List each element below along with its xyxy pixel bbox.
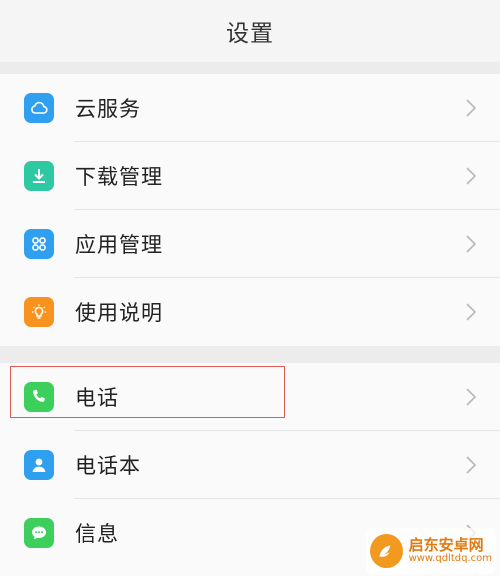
chevron-right-icon: [464, 97, 478, 119]
settings-item-label: 电话: [75, 386, 119, 410]
watermark-url: www.qdltdq.com: [408, 552, 492, 564]
section-divider: [0, 62, 500, 74]
settings-item-label: 云服务: [75, 97, 141, 121]
section-divider: [0, 346, 500, 363]
settings-item-download-manager[interactable]: 下载管理: [0, 142, 500, 210]
message-icon: [24, 518, 54, 548]
title-bar: 设置: [0, 0, 500, 62]
chevron-right-icon: [464, 301, 478, 323]
settings-item-cloud-service[interactable]: 云服务: [0, 74, 500, 142]
settings-item-label: 下载管理: [75, 165, 163, 189]
settings-item-contacts[interactable]: 电话本: [0, 431, 500, 499]
chevron-right-icon: [464, 386, 478, 408]
phone-icon: [24, 382, 54, 412]
settings-item-label: 信息: [75, 522, 119, 546]
settings-item-label: 使用说明: [75, 301, 163, 325]
page-title: 设置: [226, 21, 274, 47]
cloud-icon: [24, 93, 54, 123]
lightbulb-icon: [24, 297, 54, 327]
chevron-right-icon: [464, 233, 478, 255]
watermark-name: 启东安卓网: [408, 535, 484, 554]
settings-item-label: 应用管理: [75, 233, 163, 257]
watermark-logo-icon: [370, 534, 403, 568]
contacts-icon: [24, 450, 54, 480]
settings-item-label: 电话本: [75, 454, 141, 478]
settings-item-app-manager[interactable]: 应用管理: [0, 210, 500, 278]
chevron-right-icon: [464, 165, 478, 187]
apps-icon: [24, 229, 54, 259]
settings-item-user-guide[interactable]: 使用说明: [0, 278, 500, 346]
download-icon: [24, 161, 54, 191]
settings-item-phone[interactable]: 电话: [0, 363, 500, 431]
chevron-right-icon: [464, 454, 478, 476]
watermark: 启东安卓网 www.qdltdq.com: [366, 528, 496, 574]
settings-group-general: 云服务 下载管理 应用管理 使用说明: [0, 74, 500, 346]
